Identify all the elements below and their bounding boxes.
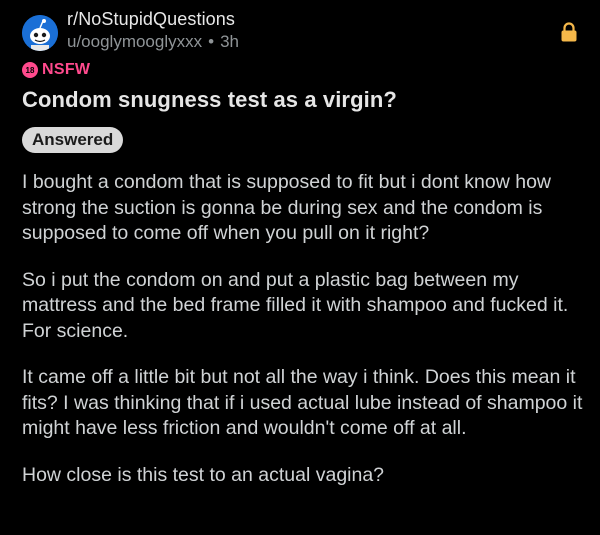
nsfw-label: NSFW	[42, 61, 91, 78]
post-card: r/NoStupidQuestions u/ooglymooglyxxx • 3h …	[0, 0, 600, 535]
body-paragraph: So i put the condom on and put a plastic…	[22, 268, 569, 342]
post-flair[interactable]: Answered	[22, 127, 124, 153]
post-header: r/NoStupidQuestions u/ooglymooglyxxx • 3h	[22, 9, 582, 53]
nsfw-18-icon: 18	[22, 62, 38, 78]
meta-separator: •	[208, 32, 215, 51]
subreddit-avatar-icon[interactable]	[22, 15, 58, 51]
post-body: I bought a condom that is supposed to fi…	[22, 170, 588, 509]
body-paragraph: It came off a little bit but not all the…	[22, 366, 583, 439]
body-paragraph: How close is this test to an actual vagi…	[22, 463, 385, 486]
nsfw-tag: 18 NSFW	[22, 60, 90, 80]
post-title[interactable]: Condom snugness test as a virgin?	[22, 87, 582, 113]
subreddit-name[interactable]: r/NoStupidQuestions	[67, 9, 235, 30]
body-paragraph: I bought a condom that is supposed to fi…	[22, 171, 552, 244]
post-meta: u/ooglymooglyxxx • 3h	[67, 32, 239, 52]
lock-icon	[560, 22, 578, 42]
author-link[interactable]: u/ooglymooglyxxx	[67, 32, 202, 51]
post-age: 3h	[220, 32, 239, 51]
